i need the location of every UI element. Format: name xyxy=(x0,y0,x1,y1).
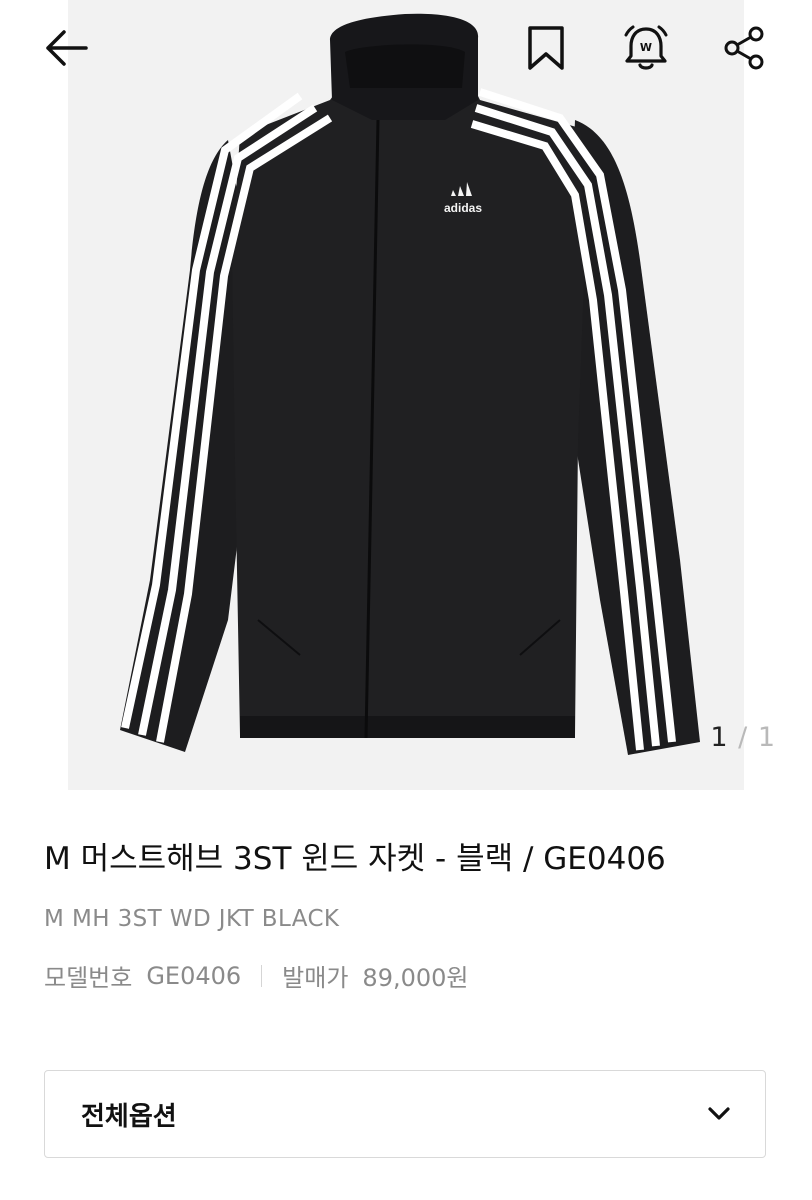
model-value: GE0406 xyxy=(146,961,242,990)
product-image: adidas xyxy=(120,13,700,755)
bookmark-icon xyxy=(528,26,564,70)
product-subtitle: M MH 3ST WD JKT BLACK xyxy=(44,906,340,932)
arrow-left-icon xyxy=(46,30,88,66)
product-gallery[interactable]: adidas W 1 / 1 xyxy=(0,0,812,790)
price-label: 발매가 xyxy=(282,964,349,992)
share-button[interactable] xyxy=(718,22,770,74)
product-title: M 머스트해브 3ST 윈드 자켓 - 블랙 / GE0406 xyxy=(44,841,666,877)
chevron-down-icon xyxy=(708,1107,730,1120)
brand-logo-text: adidas xyxy=(444,201,482,215)
w-alarm-bell-icon: W xyxy=(624,25,668,70)
price-value: 89,000원 xyxy=(362,964,469,992)
svg-text:W: W xyxy=(640,41,652,54)
back-button[interactable] xyxy=(40,22,92,74)
model-label: 모델번호 xyxy=(44,964,133,992)
pager-separator: / xyxy=(738,722,749,753)
pager-current: 1 xyxy=(710,722,729,753)
option-select[interactable]: 전체옵션 xyxy=(44,1070,766,1158)
meta-divider xyxy=(261,964,263,987)
product-info: M 머스트해브 3ST 윈드 자켓 - 블랙 / GE0406 M MH 3ST… xyxy=(44,834,744,993)
pager-total: 1 xyxy=(757,722,776,753)
bookmark-button[interactable] xyxy=(520,22,572,74)
alarm-button[interactable]: W xyxy=(620,22,672,74)
option-label: 전체옵션 xyxy=(81,1101,177,1132)
gallery-pager: 1 / 1 xyxy=(710,722,776,753)
share-icon xyxy=(724,26,764,70)
product-meta: 모델번호 GE0406 발매가 89,000원 xyxy=(44,958,744,993)
